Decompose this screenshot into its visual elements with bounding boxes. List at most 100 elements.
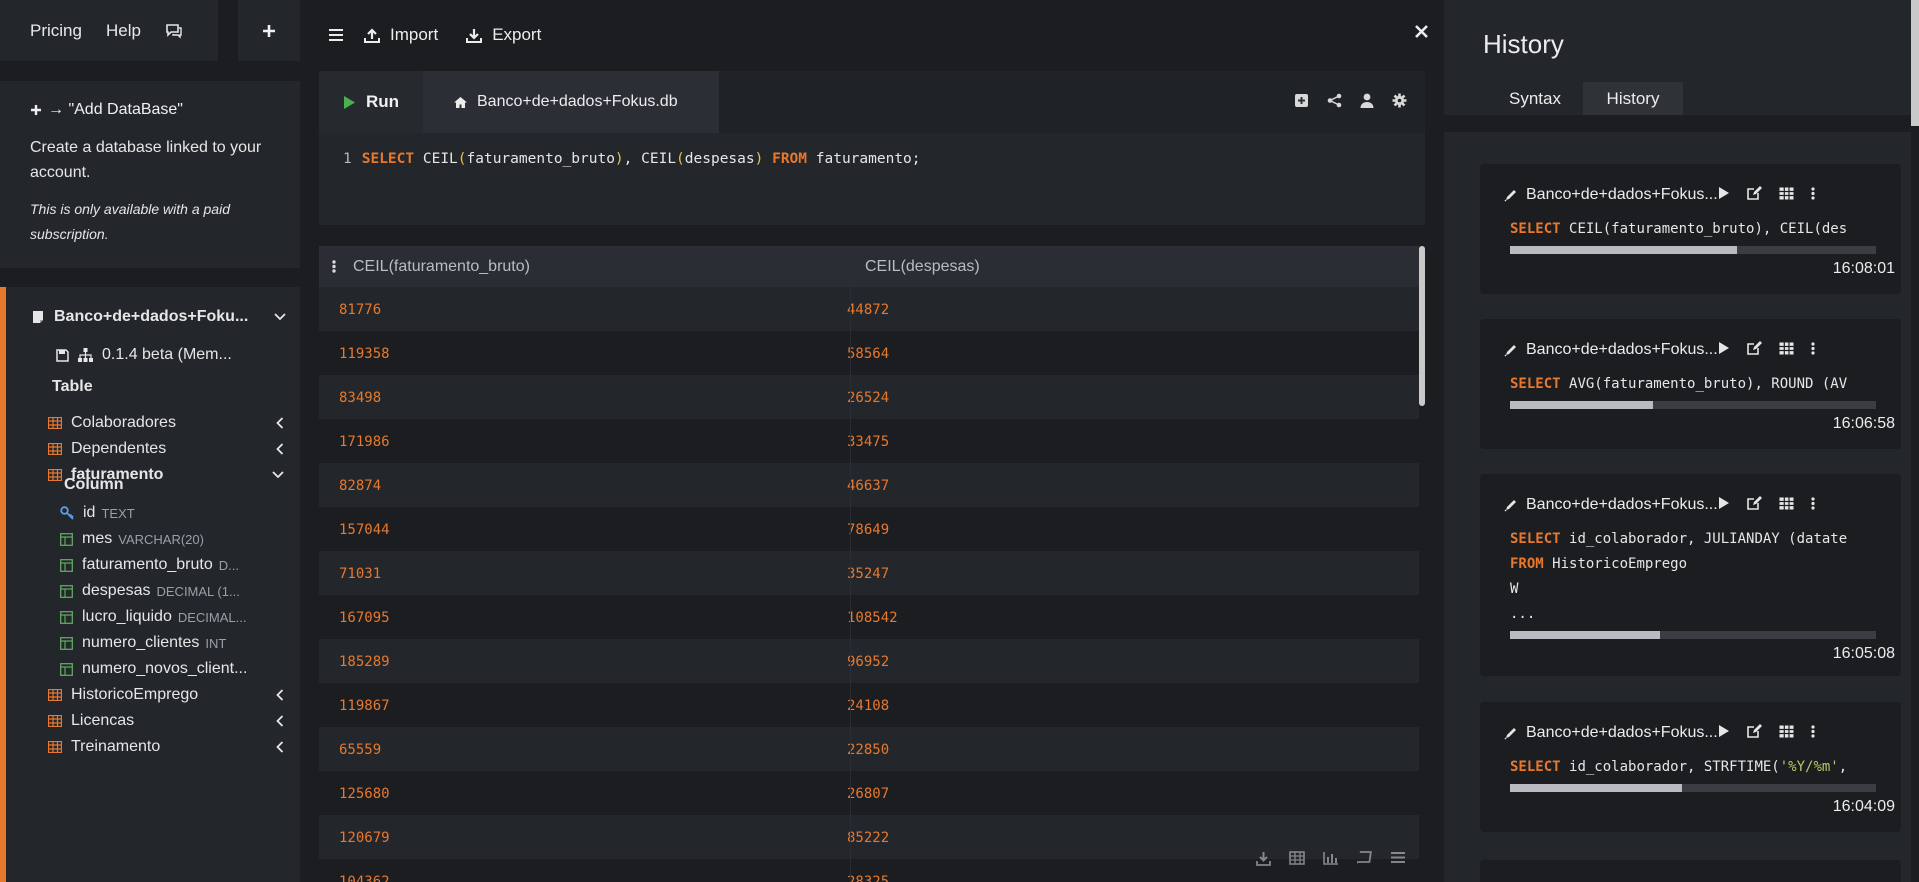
tab-history[interactable]: History: [1583, 82, 1683, 115]
column-header[interactable]: CEIL(faturamento_bruto): [353, 258, 530, 276]
gear-icon[interactable]: [1392, 93, 1407, 108]
edit-icon[interactable]: [1747, 186, 1762, 200]
table-view-icon[interactable]: [1289, 851, 1305, 866]
sql-editor[interactable]: 1 SELECT CEIL(faturamento_bruto), CEIL(de…: [319, 133, 1425, 225]
table-node[interactable]: Licencas: [48, 712, 300, 730]
pencil-icon[interactable]: [1504, 343, 1518, 357]
results-scrollbar[interactable]: [1419, 246, 1425, 406]
pencil-icon[interactable]: [1504, 498, 1518, 512]
table-cell[interactable]: 185289: [339, 654, 390, 670]
table-row[interactable]: 65559 22850: [319, 727, 1419, 771]
menu-icon[interactable]: [328, 28, 344, 42]
more-icon[interactable]: [1811, 341, 1815, 355]
table-icon[interactable]: [1779, 342, 1794, 355]
column-node[interactable]: numero_novos_client...: [60, 660, 270, 678]
table-cell[interactable]: 78649: [847, 522, 889, 538]
table-row[interactable]: 185289 96952: [319, 639, 1419, 683]
history-scrollbar[interactable]: [1510, 246, 1876, 254]
tab-syntax[interactable]: Syntax: [1483, 82, 1587, 115]
pencil-icon[interactable]: [1504, 726, 1518, 740]
play-icon[interactable]: [1718, 496, 1730, 510]
column-node[interactable]: despesas DECIMAL (1...: [60, 582, 270, 600]
table-cell[interactable]: 108542: [847, 610, 898, 626]
column-options-icon[interactable]: [332, 260, 336, 273]
table-cell[interactable]: 81776: [339, 302, 381, 318]
history-scrollbar-thumb[interactable]: [1510, 631, 1661, 639]
table-cell[interactable]: 35247: [847, 566, 889, 582]
table-cell[interactable]: 125680: [339, 786, 390, 802]
table-row[interactable]: 83498 26524: [319, 375, 1419, 419]
table-cell[interactable]: 71031: [339, 566, 381, 582]
table-node[interactable]: Treinamento: [48, 738, 300, 756]
chevron-left-icon[interactable]: [276, 417, 284, 429]
history-scrollbar[interactable]: [1510, 631, 1876, 639]
table-row[interactable]: 125680 26807: [319, 771, 1419, 815]
table-cell[interactable]: 26524: [847, 390, 889, 406]
help-link[interactable]: Help: [106, 21, 141, 41]
play-icon[interactable]: [1718, 341, 1730, 355]
history-entry[interactable]: Banco+de+dados+Fokus... SELECT AVG(fatura…: [1480, 319, 1901, 449]
chevron-left-icon[interactable]: [276, 443, 284, 455]
table-cell[interactable]: 44872: [847, 302, 889, 318]
tab-database[interactable]: Banco+de+dados+Fokus.db: [423, 71, 719, 133]
table-row[interactable]: 104362 28325: [319, 859, 1419, 882]
table-cell[interactable]: 96952: [847, 654, 889, 670]
table-icon[interactable]: [1779, 725, 1794, 738]
more-icon[interactable]: [1811, 186, 1815, 200]
run-button[interactable]: Run: [319, 71, 423, 133]
table-cell[interactable]: 26807: [847, 786, 889, 802]
table-cell[interactable]: 104362: [339, 874, 390, 882]
history-entry[interactable]: Banco+de+dados+Fokus... SELECT id_colabor…: [1480, 474, 1901, 676]
chevron-down-icon[interactable]: [272, 471, 284, 479]
table-cell[interactable]: 157044: [339, 522, 390, 538]
table-row[interactable]: 119867 24108: [319, 683, 1419, 727]
table-cell[interactable]: 85222: [847, 830, 889, 846]
more-icon[interactable]: [1811, 724, 1815, 738]
table-row[interactable]: 81776 44872: [319, 287, 1419, 331]
table-row[interactable]: 171986 33475: [319, 419, 1419, 463]
database-node[interactable]: Banco+de+dados+Foku...: [31, 308, 300, 326]
table-cell[interactable]: 22850: [847, 742, 889, 758]
table-row[interactable]: 167095 108542: [319, 595, 1419, 639]
history-entry[interactable]: Banco+de+dados+Fokus... SELECT id_colabor…: [1480, 702, 1901, 832]
history-scrollbar[interactable]: [1510, 784, 1876, 792]
history-scrollbar-thumb[interactable]: [1510, 784, 1683, 792]
edit-icon[interactable]: [1747, 341, 1762, 355]
table-row[interactable]: 157044 78649: [319, 507, 1419, 551]
edit-icon[interactable]: [1747, 496, 1762, 510]
table-row[interactable]: 120679 85222: [319, 815, 1419, 859]
history-scrollbar[interactable]: [1510, 401, 1876, 409]
history-entry[interactable]: [1480, 860, 1901, 882]
column-header[interactable]: CEIL(despesas): [865, 258, 980, 276]
table-row[interactable]: 82874 46637: [319, 463, 1419, 507]
table-node[interactable]: HistoricoEmprego: [48, 686, 300, 704]
column-node[interactable]: faturamento_bruto D...: [60, 556, 270, 574]
table-cell[interactable]: 119867: [339, 698, 390, 714]
table-cell[interactable]: 33475: [847, 434, 889, 450]
table-cell[interactable]: 58564: [847, 346, 889, 362]
history-scrollbar-thumb[interactable]: [1510, 246, 1737, 254]
edit-icon[interactable]: [1747, 724, 1762, 738]
book-icon[interactable]: [1357, 851, 1372, 866]
chevron-left-icon[interactable]: [276, 715, 284, 727]
table-cell[interactable]: 65559: [339, 742, 381, 758]
more-icon[interactable]: [1811, 496, 1815, 510]
table-cell[interactable]: 24108: [847, 698, 889, 714]
table-icon[interactable]: [1779, 497, 1794, 510]
share-icon[interactable]: [1327, 93, 1342, 108]
table-cell[interactable]: 83498: [339, 390, 381, 406]
table-cell[interactable]: 119358: [339, 346, 390, 362]
table-cell[interactable]: 82874: [339, 478, 381, 494]
play-icon[interactable]: [1718, 186, 1730, 200]
table-cell[interactable]: 28325: [847, 874, 889, 882]
add-database-button[interactable]: [238, 0, 300, 61]
pricing-link[interactable]: Pricing: [30, 21, 82, 41]
list-view-icon[interactable]: [1390, 851, 1406, 866]
chevron-left-icon[interactable]: [276, 689, 284, 701]
column-node[interactable]: id TEXT: [60, 504, 270, 522]
close-icon[interactable]: [1415, 25, 1428, 38]
table-cell[interactable]: 120679: [339, 830, 390, 846]
history-scrollbar-thumb[interactable]: [1510, 401, 1653, 409]
column-node[interactable]: mes VARCHAR(20): [60, 530, 270, 548]
column-node[interactable]: numero_clientes INT: [60, 634, 270, 652]
